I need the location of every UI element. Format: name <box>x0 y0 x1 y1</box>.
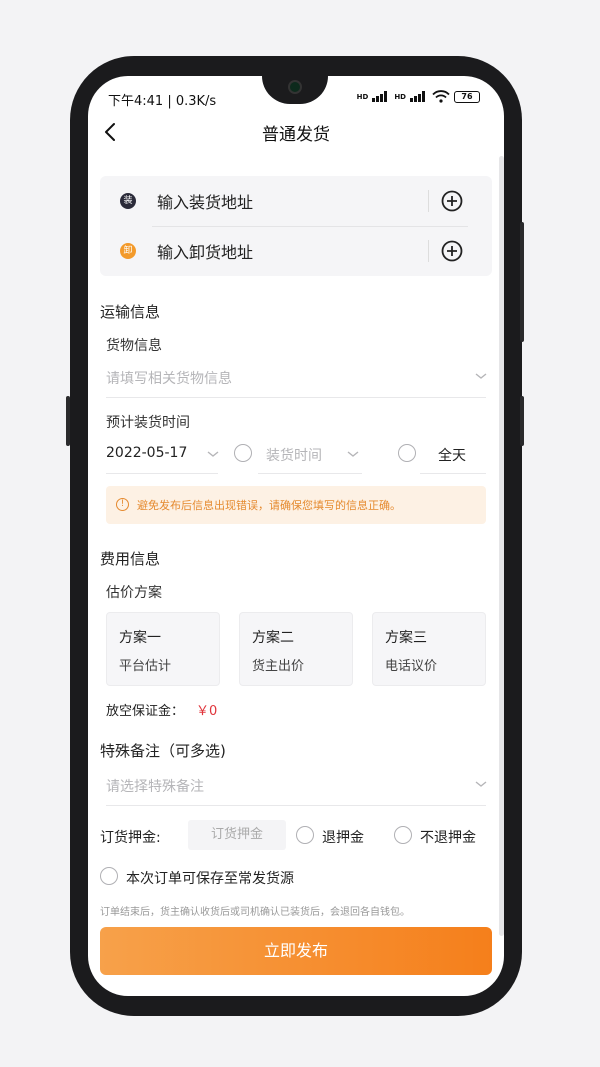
divider <box>106 473 218 474</box>
unload-address-row[interactable]: 卸 输入卸货地址 <box>100 226 492 276</box>
load-address-row[interactable]: 装 输入装货地址 <box>100 176 492 226</box>
warning-text: 避免发布后信息出现错误，请确保您填写的信息正确。 <box>137 499 401 512</box>
add-unload-address-icon[interactable] <box>440 239 464 263</box>
deposit-input[interactable]: 订货押金 <box>188 820 286 850</box>
divider <box>428 190 429 212</box>
plan-name: 方案三 <box>385 630 427 646</box>
unload-address-input[interactable]: 输入卸货地址 <box>157 239 253 263</box>
address-card: 装 输入装货地址 卸 输入卸货地址 <box>100 176 492 276</box>
plan-desc: 平台估计 <box>119 659 172 674</box>
unload-badge: 卸 <box>120 243 136 259</box>
plan-name: 方案一 <box>119 630 161 646</box>
save-source-radio[interactable] <box>100 867 118 885</box>
signal-icon-2 <box>410 91 428 102</box>
status-time: 下午4:41 | 0.3K/s <box>108 94 217 109</box>
remarks-section-title: 特殊备注（可多选) <box>100 742 226 760</box>
load-time-radio[interactable] <box>234 444 252 462</box>
refund-note: 订单结束后，货主确认收货后或司机确认已装货后，会退回各自钱包。 <box>100 907 410 918</box>
divider <box>420 473 486 474</box>
warning-banner: ! 避免发布后信息出现错误，请确保您填写的信息正确。 <box>106 486 486 524</box>
hd-label: HD <box>356 92 369 101</box>
plan-card-2[interactable]: 方案二 货主出价 <box>239 612 353 686</box>
goods-input[interactable]: 请填写相关货物信息 <box>106 368 232 388</box>
chevron-down-icon[interactable] <box>346 449 360 459</box>
power-button <box>520 396 524 446</box>
chevron-down-icon[interactable] <box>474 779 488 789</box>
hd-label-2: HD <box>394 92 406 101</box>
fee-section-title: 费用信息 <box>100 550 161 568</box>
no-refund-radio[interactable] <box>394 826 412 844</box>
status-icons: HD HD 76 <box>357 90 480 103</box>
remarks-select[interactable]: 请选择特殊备注 <box>106 776 204 796</box>
plan-label: 估价方案 <box>106 585 162 601</box>
divider <box>106 805 486 806</box>
all-day-label: 全天 <box>438 448 466 464</box>
transport-section-title: 运输信息 <box>100 303 161 321</box>
plan-name: 方案二 <box>252 630 294 646</box>
page-title: 普通发货 <box>262 125 330 145</box>
save-source-label: 本次订单可保存至常发货源 <box>126 871 294 887</box>
deposit-label: 订货押金: <box>100 830 161 846</box>
plan-card-3[interactable]: 方案三 电话议价 <box>372 612 486 686</box>
divider <box>258 473 362 474</box>
load-badge: 装 <box>120 193 136 209</box>
volume-button <box>520 222 524 342</box>
chevron-down-icon[interactable] <box>206 449 220 459</box>
load-time-label: 预计装货时间 <box>106 415 190 431</box>
divider <box>106 397 486 398</box>
camera-icon <box>288 80 302 94</box>
plan-desc: 电话议价 <box>385 659 438 674</box>
battery-icon: 76 <box>454 90 480 103</box>
refund-label: 退押金 <box>322 830 364 846</box>
all-day-radio[interactable] <box>398 444 416 462</box>
goods-label: 货物信息 <box>106 338 162 354</box>
side-button <box>66 396 70 446</box>
info-icon: ! <box>116 498 129 511</box>
chevron-down-icon[interactable] <box>474 371 488 381</box>
app-screen: 下午4:41 | 0.3K/s HD HD 76 普通发货 装 输入装货地址 卸… <box>88 76 504 996</box>
plan-card-1[interactable]: 方案一 平台估计 <box>106 612 220 686</box>
plan-desc: 货主出价 <box>252 659 305 674</box>
scrollbar[interactable] <box>499 156 504 936</box>
divider <box>428 240 429 262</box>
publish-button[interactable]: 立即发布 <box>100 927 492 975</box>
empty-deposit-label: 放空保证金： <box>106 704 185 719</box>
notch <box>262 76 328 104</box>
empty-deposit-value: ￥0 <box>196 704 218 719</box>
signal-icon <box>372 91 390 102</box>
no-refund-label: 不退押金 <box>420 830 476 846</box>
load-time-select[interactable]: 装货时间 <box>266 445 322 465</box>
add-load-address-icon[interactable] <box>440 189 464 213</box>
refund-radio[interactable] <box>296 826 314 844</box>
date-select[interactable]: 2022-05-17 <box>106 445 187 461</box>
wifi-icon <box>432 90 450 103</box>
back-arrow-icon[interactable] <box>102 120 118 144</box>
load-address-input[interactable]: 输入装货地址 <box>157 189 253 213</box>
